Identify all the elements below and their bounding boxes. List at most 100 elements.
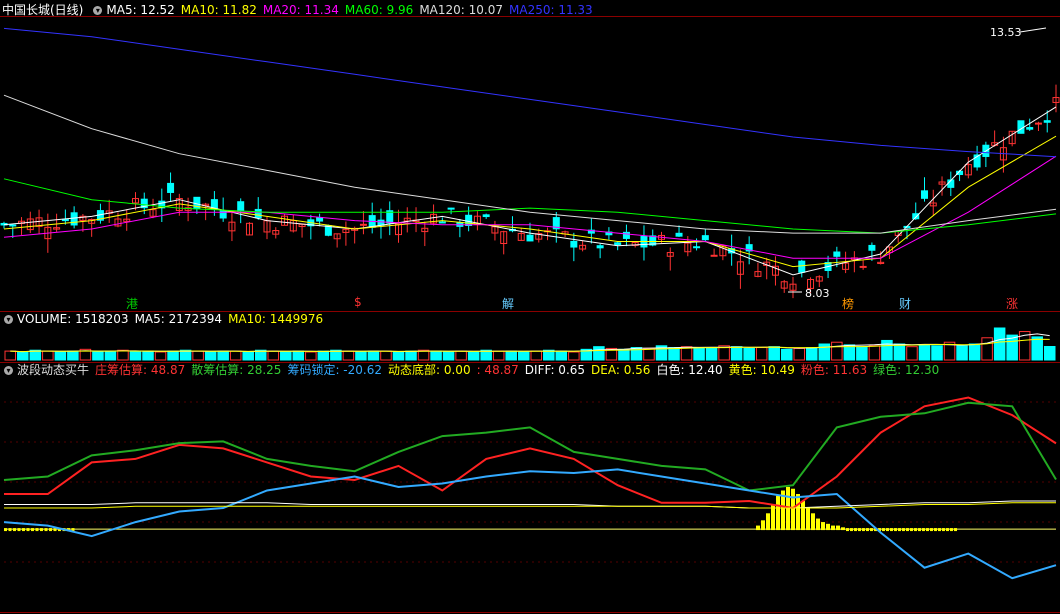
candle-51	[447, 207, 455, 215]
candle-19	[167, 172, 175, 202]
indicator-label-11: 绿色: 12.30	[873, 363, 940, 377]
volume-bar-36	[455, 350, 467, 361]
price-header: 中国长城(日线) ▾ MA5: 12.52 MA10: 11.82 MA20: 11…	[0, 2, 599, 18]
marker-1: $	[354, 295, 362, 309]
tail-bar-18	[918, 528, 921, 532]
tail-bar-9	[882, 528, 885, 532]
volume-bar-82	[1031, 336, 1043, 361]
candle-69	[605, 227, 613, 240]
volume-bar-0	[4, 350, 17, 361]
candle-118	[1034, 121, 1042, 131]
hump-bar-2	[766, 513, 770, 531]
hump-bar-16	[836, 525, 840, 531]
volume-bar-31	[392, 351, 405, 361]
volume-bar-71	[893, 343, 906, 361]
candle-83	[728, 234, 736, 266]
volume-bar-40	[505, 350, 517, 361]
bottom-bar-8	[40, 528, 43, 532]
candle-55	[482, 213, 490, 219]
volume-bar-56	[705, 347, 718, 361]
collapse-icon[interactable]: ▾	[4, 365, 13, 375]
low-price-label: 8.03	[805, 287, 830, 300]
indicator-line-庄筹估算	[4, 396, 1057, 510]
high-price-label: 13.53	[990, 26, 1022, 39]
volume-bar-51	[643, 347, 655, 361]
collapse-icon[interactable]: ▾	[93, 5, 103, 15]
volume-bar-49	[618, 348, 630, 361]
candle-48	[421, 221, 429, 247]
candle-11	[96, 203, 104, 224]
ma-legend: MA5: 12.52 MA10: 11.82 MA20: 11.34 MA60: 9.…	[106, 2, 598, 18]
volume-bar-64	[806, 347, 818, 361]
bottom-border	[0, 612, 1060, 613]
candle-2	[18, 217, 26, 235]
hump-bar-1	[761, 520, 765, 531]
hump-bar-4	[776, 495, 780, 531]
tail-bar-12	[894, 528, 897, 532]
volume-bar-30	[380, 350, 392, 361]
tail-bar-11	[890, 528, 893, 532]
volume-bar-69	[868, 345, 881, 361]
candle-102	[894, 230, 902, 243]
candle-112	[982, 141, 990, 168]
volume-bar-76	[956, 345, 968, 361]
indicator-panel	[3, 396, 1057, 580]
volume-bar-74	[931, 345, 943, 361]
bottom-bar-3	[17, 528, 21, 532]
volume-bar-5	[67, 350, 79, 361]
candle-13	[114, 212, 122, 228]
tail-bar-25	[946, 528, 949, 532]
hump-bar-9	[801, 501, 805, 531]
candle-31	[272, 227, 280, 239]
candle-42	[368, 202, 376, 234]
volume-bar-11	[142, 350, 154, 361]
volume-bar-16	[204, 351, 217, 361]
tail-bar-23	[938, 528, 941, 532]
volume-bar-63	[793, 347, 806, 361]
ma-label-2: MA20: 11.34	[262, 3, 339, 17]
chart-title: 中国长城(日线)	[2, 3, 84, 17]
tail-bar-3	[858, 528, 861, 532]
candle-44	[386, 201, 394, 236]
volume-bar-21	[267, 350, 280, 361]
tail-bar-17	[914, 528, 917, 532]
bottom-bar-0	[4, 528, 7, 532]
indicator-label-8: 白色: 12.40	[656, 363, 723, 377]
volume-bar-83	[1043, 346, 1056, 361]
volume-bar-13	[167, 350, 179, 361]
bottom-bar-2	[13, 528, 16, 532]
marker-0: 港	[126, 297, 139, 311]
volume-bar-47	[593, 346, 605, 361]
candle-81	[710, 248, 718, 257]
marker-2: 解	[502, 297, 515, 311]
volume-bar-19	[242, 351, 254, 361]
volume-bar-78	[981, 337, 993, 361]
candle-87	[763, 257, 771, 280]
candle-12	[105, 199, 113, 223]
volume-bar-39	[492, 350, 505, 361]
indicator-label-9: 黄色: 10.49	[728, 363, 795, 377]
volume-bar-53	[668, 347, 680, 361]
indicator-label-10: 粉色: 11.63	[800, 363, 868, 377]
tail-bar-26	[950, 528, 953, 532]
candle-105	[921, 177, 928, 202]
candle-45	[395, 209, 402, 243]
high-arrow	[1019, 27, 1047, 33]
ma-label-1: MA10: 11.82	[180, 3, 257, 17]
hump-bar-12	[816, 518, 820, 531]
volume-bar-24	[305, 351, 317, 361]
candle-54	[473, 211, 481, 231]
ma-label-3: MA60: 9.96	[344, 3, 414, 17]
volume-bar-18	[229, 350, 242, 361]
volume-bar-70	[881, 339, 893, 361]
volume-bar-4	[54, 351, 67, 361]
candle-8	[70, 206, 78, 229]
volume-bar-29	[367, 350, 380, 361]
tail-bar-20	[926, 528, 929, 532]
collapse-icon[interactable]: ▾	[4, 314, 13, 324]
candle-73	[640, 225, 648, 261]
tail-bar-22	[934, 528, 937, 532]
tail-bar-10	[886, 528, 889, 532]
volume-label-2: MA10: 1449976	[228, 312, 324, 326]
hump-bar-14	[826, 523, 830, 531]
